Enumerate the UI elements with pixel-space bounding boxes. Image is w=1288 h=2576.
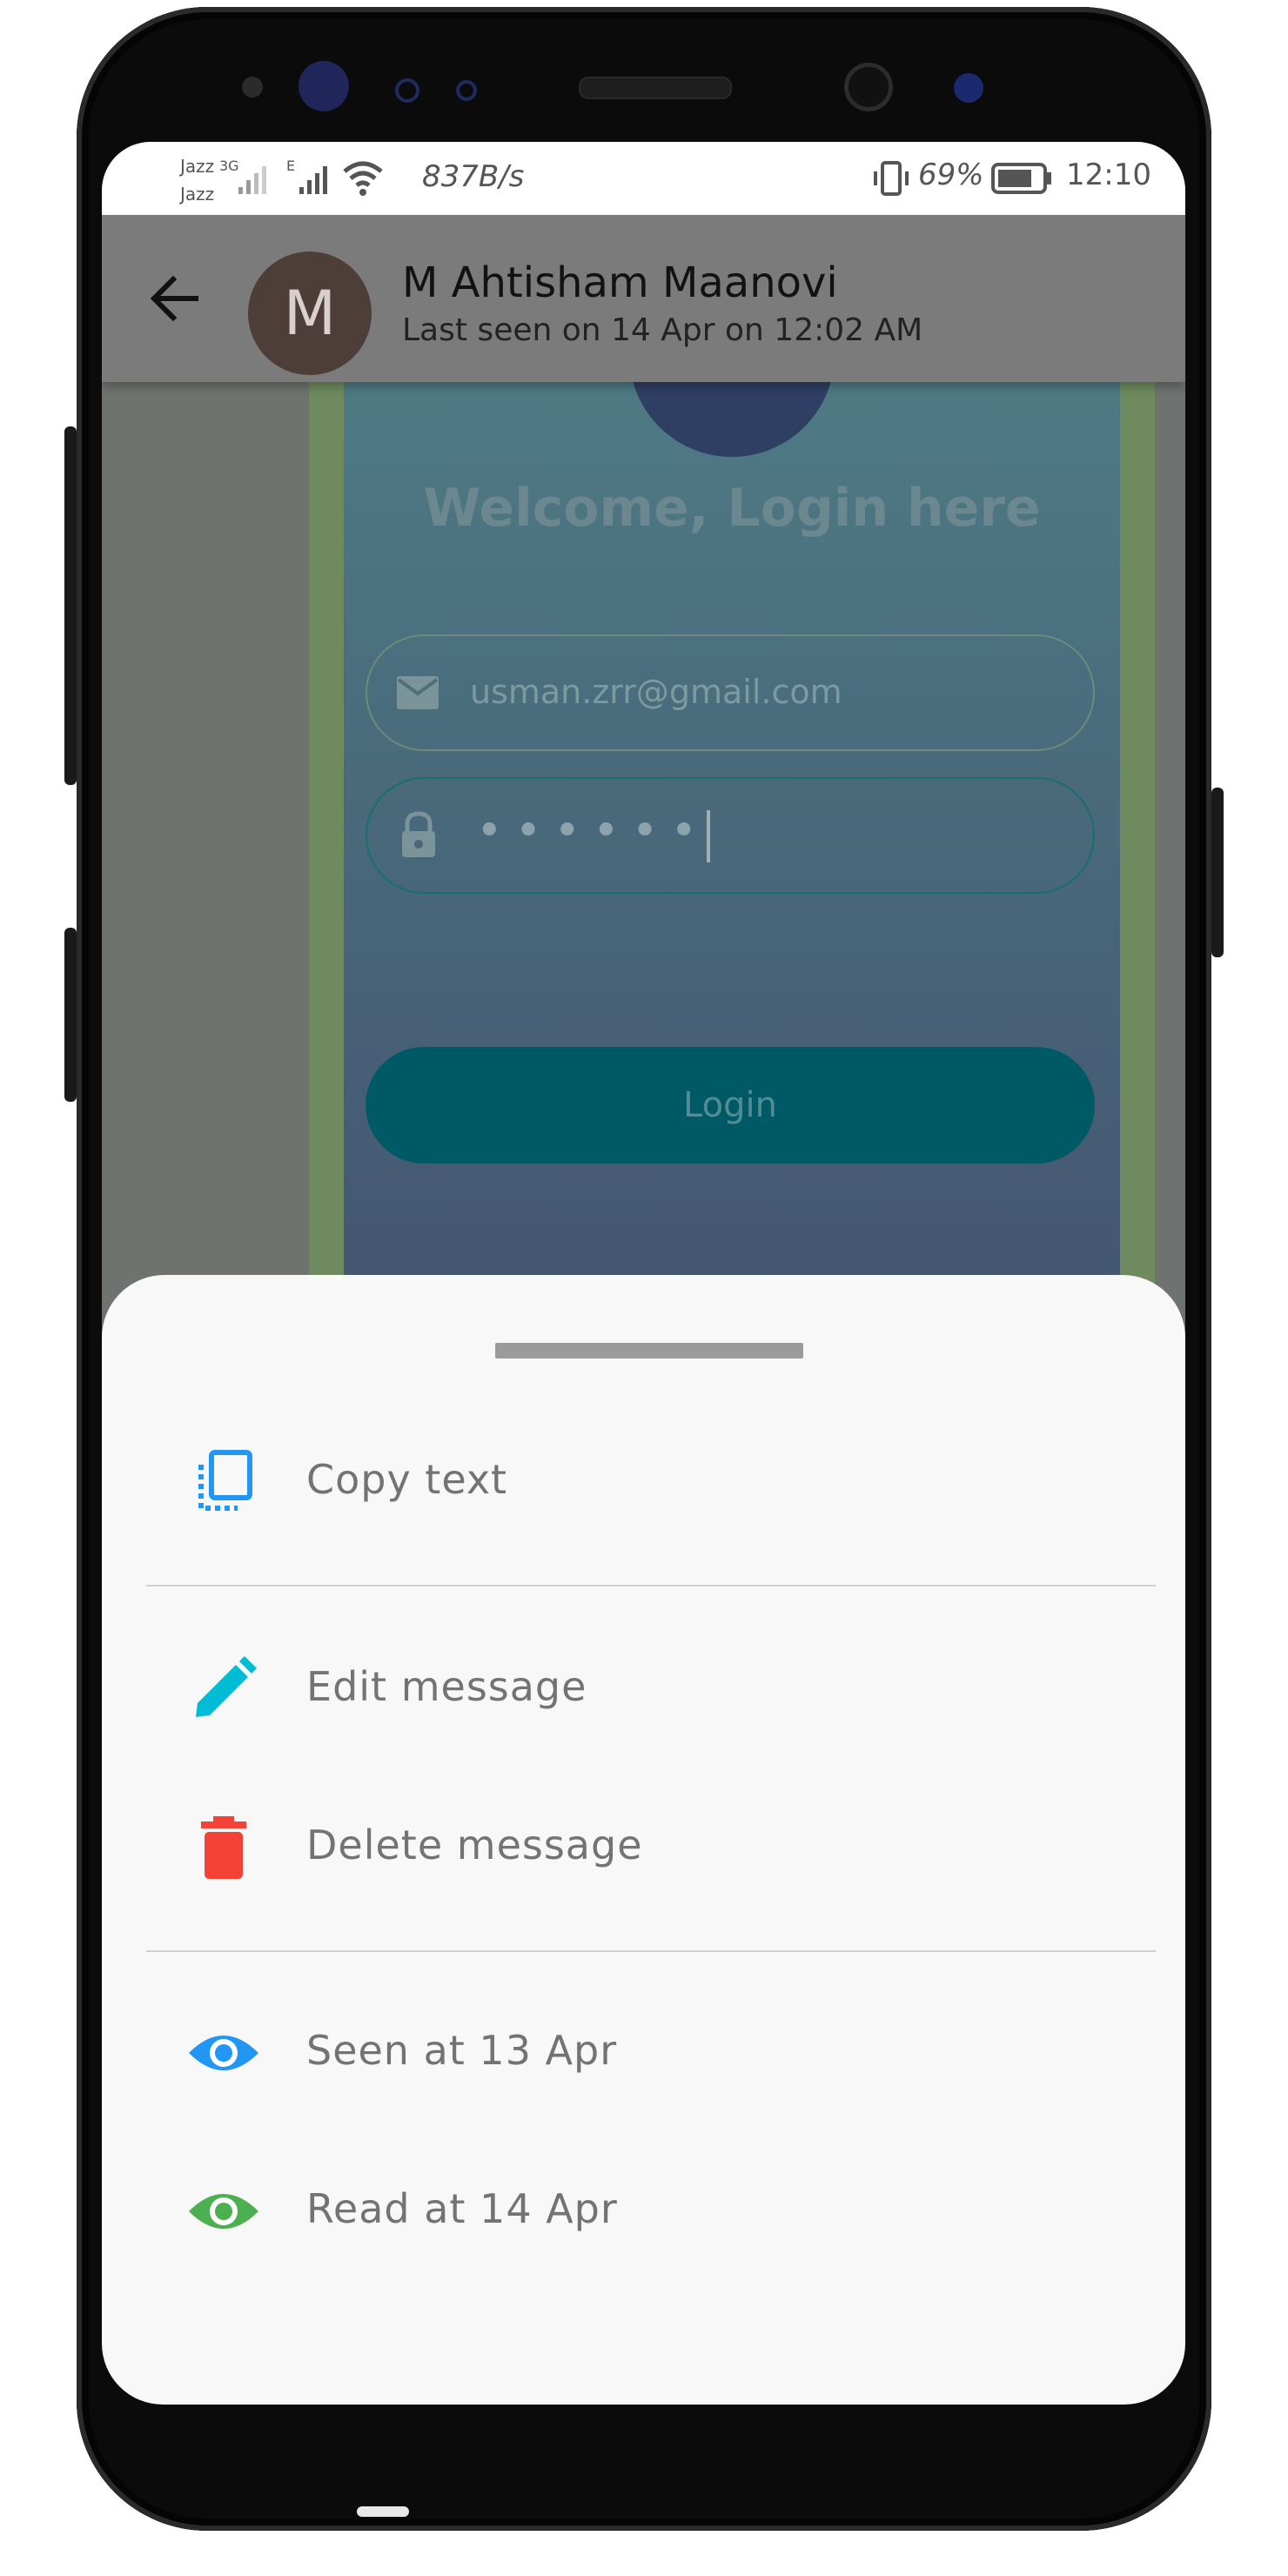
iris-scanner	[299, 61, 349, 111]
login-button: Login	[366, 1047, 1095, 1164]
trash-icon	[201, 1816, 246, 1879]
copy-text-option[interactable]: Copy text	[102, 1412, 1185, 1552]
edit-message-option[interactable]: Edit message	[102, 1620, 1185, 1759]
seen-at-info: Seen at 13 Apr	[102, 1983, 1185, 2123]
network-speed: 837B/s	[422, 159, 525, 194]
chat-app-bar: M M Ahtisham Maanovi Last seen on 14 Apr…	[102, 215, 1185, 382]
edit-message-label: Edit message	[306, 1663, 587, 1710]
signal-icon-2	[299, 166, 327, 194]
clock: 12:10	[1066, 158, 1151, 192]
network-e-label: E	[286, 158, 296, 174]
password-field: ••••••	[366, 777, 1095, 894]
proximity-sensor	[395, 78, 419, 103]
delete-message-label: Delete message	[306, 1821, 643, 1868]
volume-up-button	[64, 426, 77, 785]
power-button	[1211, 788, 1224, 957]
login-screenshot: Welcome, Login here usman.zrr@gmail.com …	[344, 252, 1120, 1392]
lock-icon	[402, 811, 435, 857]
status-bar: Jazz Jazz 3G E 837B/s 69% 12:10	[102, 142, 1185, 215]
read-at-label: Read at 14 Apr	[306, 2185, 618, 2232]
volume-down-button	[64, 928, 77, 1102]
password-mask: ••••••	[476, 805, 710, 857]
avatar[interactable]: M	[248, 252, 372, 375]
home-indicator	[357, 2506, 409, 2517]
delete-message-option[interactable]: Delete message	[102, 1778, 1185, 1917]
email-value: usman.zrr@gmail.com	[470, 673, 842, 711]
eye-icon	[189, 2036, 258, 2070]
chat-image-message[interactable]: Welcome, Login here usman.zrr@gmail.com …	[309, 252, 1155, 1392]
eye-icon	[189, 2194, 258, 2229]
sensor-dot	[242, 77, 263, 97]
earpiece-speaker	[579, 77, 732, 99]
wifi-icon	[343, 161, 383, 196]
text-cursor	[707, 810, 710, 862]
message-options-sheet: Copy text Edit message Delete message Se…	[102, 1275, 1185, 2405]
copy-text-label: Copy text	[306, 1456, 508, 1503]
seen-at-label: Seen at 13 Apr	[306, 2027, 618, 2074]
divider	[146, 1585, 1156, 1587]
screen: Jazz Jazz 3G E 837B/s 69% 12:10 Welcome,…	[102, 142, 1185, 2405]
last-seen-status: Last seen on 14 Apr on 12:02 AM	[402, 312, 923, 348]
battery-icon	[991, 163, 1051, 194]
camera-flash	[954, 73, 983, 103]
back-arrow-icon[interactable]	[144, 267, 206, 330]
copy-icon	[198, 1450, 252, 1511]
vibrate-icon	[874, 161, 909, 196]
carrier-label-1: Jazz	[180, 156, 215, 177]
battery-percent: 69%	[918, 158, 984, 192]
front-camera	[844, 63, 893, 111]
read-at-info: Read at 14 Apr	[102, 2142, 1185, 2281]
drag-handle[interactable]	[495, 1343, 803, 1358]
pencil-icon	[196, 1656, 257, 1717]
welcome-heading: Welcome, Login here	[423, 478, 1041, 539]
carrier-label-2: Jazz	[180, 184, 215, 205]
light-sensor	[456, 80, 477, 101]
contact-name[interactable]: M Ahtisham Maanovi	[402, 258, 838, 307]
email-field: usman.zrr@gmail.com	[366, 634, 1095, 751]
divider	[146, 1950, 1156, 1952]
signal-icon	[238, 166, 266, 194]
mail-icon	[397, 676, 439, 709]
